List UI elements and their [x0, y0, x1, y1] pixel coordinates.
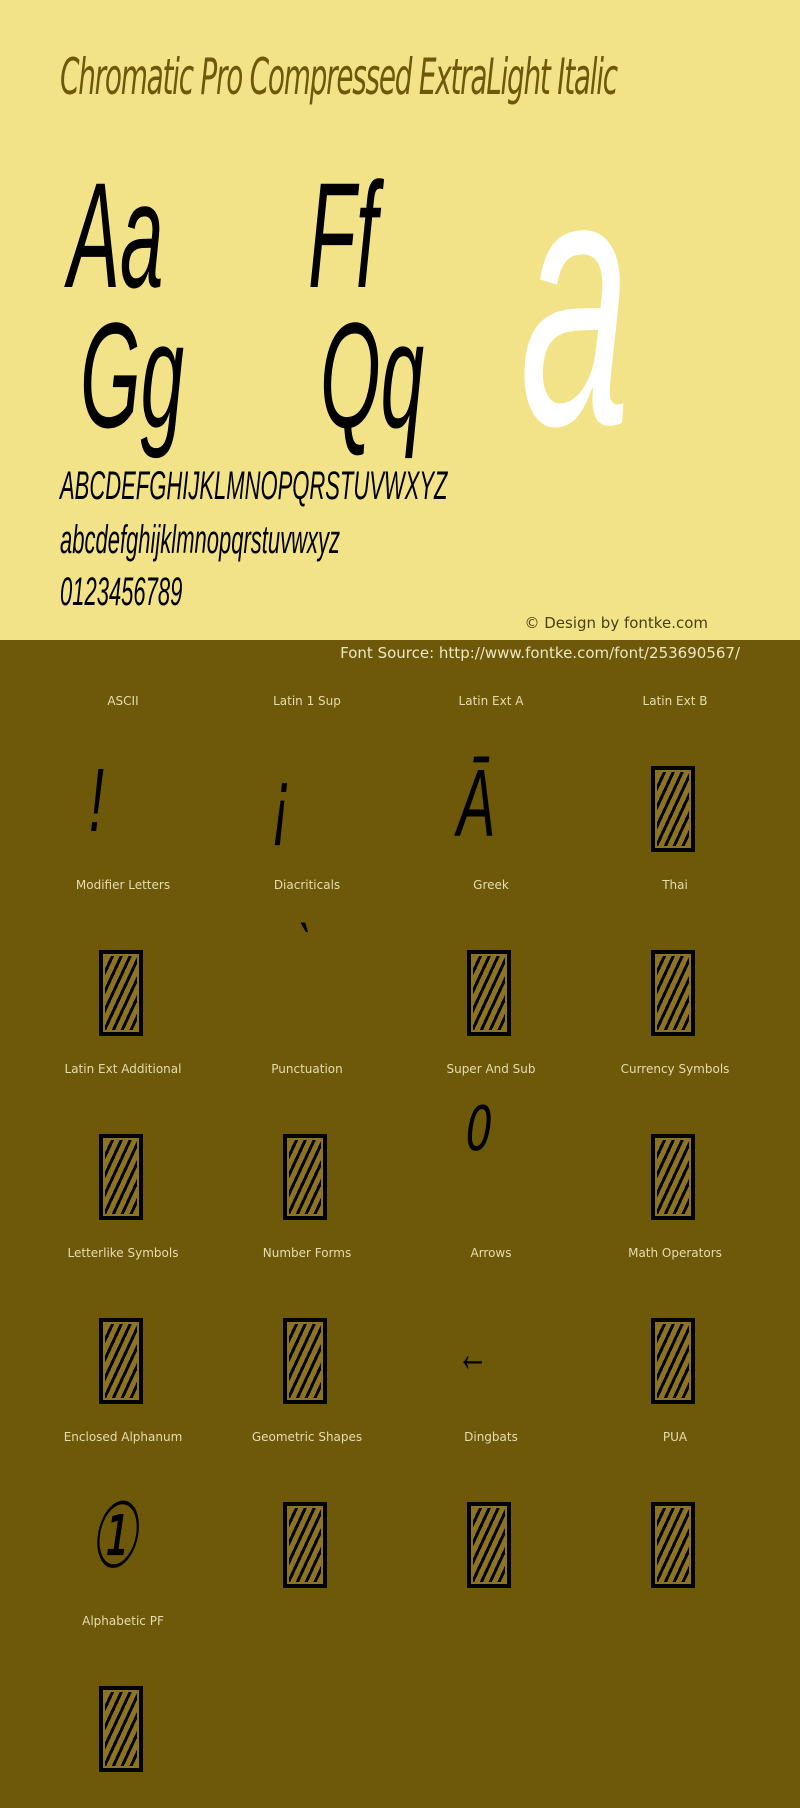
block-cell: Thai — [583, 860, 767, 1044]
block-sample — [583, 1104, 767, 1220]
block-cell: Geometric Shapes — [215, 1412, 399, 1596]
credit-text: © Design by fontke.com — [524, 614, 708, 632]
block-label: Latin Ext Additional — [64, 1062, 182, 1076]
specimen-header: Chromatic Pro Compressed ExtraLight Ital… — [0, 0, 800, 640]
block-label: Arrows — [470, 1246, 512, 1260]
block-sample: ← — [399, 1288, 583, 1398]
block-label: Enclosed Alphanum — [63, 1430, 183, 1444]
specimen-pair: Ff — [308, 151, 378, 319]
block-sample — [583, 1288, 767, 1404]
block-label: Thai — [662, 878, 688, 892]
sample-glyph: ˋ — [295, 910, 309, 988]
missing-glyph-icon — [651, 950, 695, 1036]
block-cell: Number Forms — [215, 1228, 399, 1412]
block-label: PUA — [662, 1430, 688, 1444]
block-label: Latin 1 Sup — [273, 694, 341, 708]
block-label: Latin Ext B — [642, 694, 708, 708]
hero-glyph: a — [520, 99, 631, 501]
sample-glyph: Ā — [457, 750, 496, 857]
digits-line: 0123456789 — [60, 570, 183, 614]
block-cell: Latin 1 Sup ¡ — [215, 676, 399, 860]
block-cell: Punctuation — [215, 1044, 399, 1228]
missing-glyph-icon — [99, 1686, 143, 1772]
block-label: Punctuation — [271, 1062, 343, 1076]
missing-glyph-icon — [467, 1502, 511, 1588]
block-sample — [31, 1104, 215, 1220]
missing-glyph-icon — [651, 1318, 695, 1404]
block-label: Geometric Shapes — [251, 1430, 363, 1444]
block-label: Latin Ext A — [458, 694, 524, 708]
block-label: Greek — [473, 878, 509, 892]
block-cell: Diacriticals ˋ — [215, 860, 399, 1044]
missing-glyph-icon — [99, 950, 143, 1036]
missing-glyph-icon — [651, 1134, 695, 1220]
block-label: Letterlike Symbols — [67, 1246, 179, 1260]
specimen-pair: Gg — [80, 291, 185, 459]
block-sample: ! — [31, 736, 215, 846]
block-label: Number Forms — [262, 1246, 352, 1260]
block-cell: Math Operators — [583, 1228, 767, 1412]
block-cell: Modifier Letters — [31, 860, 215, 1044]
font-source-link[interactable]: Font Source: http://www.fontke.com/font/… — [340, 644, 740, 662]
block-sample — [215, 1288, 399, 1404]
sample-glyph: ! — [89, 751, 105, 851]
block-label: Modifier Letters — [75, 878, 171, 892]
block-sample: Ā — [399, 736, 583, 852]
block-sample — [583, 1472, 767, 1588]
block-cell: Latin Ext B — [583, 676, 767, 860]
block-sample — [399, 920, 583, 1036]
block-cell: PUA — [583, 1412, 767, 1596]
block-cell: Greek — [399, 860, 583, 1044]
sample-glyph: ¡ — [273, 751, 291, 851]
block-sample — [399, 1472, 583, 1588]
missing-glyph-icon — [651, 766, 695, 852]
block-cell: Enclosed Alphanum ① — [31, 1412, 215, 1596]
block-sample — [31, 1656, 215, 1772]
block-label: Diacriticals — [273, 878, 341, 892]
block-sample — [31, 920, 215, 1036]
sample-glyph: ⁰ — [457, 1087, 484, 1210]
block-sample — [215, 1472, 399, 1588]
lowercase-line: abcdefghijklmnopqrstuvwxyz — [60, 518, 341, 562]
missing-glyph-icon — [283, 1502, 327, 1588]
block-sample — [583, 736, 767, 852]
missing-glyph-icon — [283, 1318, 327, 1404]
block-label: ASCII — [107, 694, 139, 708]
block-sample — [583, 920, 767, 1036]
missing-glyph-icon — [99, 1318, 143, 1404]
block-label: Currency Symbols — [620, 1062, 730, 1076]
specimen-pair: Qq — [320, 291, 425, 459]
block-sample — [215, 1104, 399, 1220]
missing-glyph-icon — [99, 1134, 143, 1220]
block-cell: Currency Symbols — [583, 1044, 767, 1228]
block-label: Dingbats — [464, 1430, 518, 1444]
sample-glyph: ① — [89, 1487, 138, 1587]
block-sample: ① — [31, 1472, 215, 1582]
block-label: Alphabetic PF — [82, 1614, 164, 1628]
block-cell: Latin Ext A Ā — [399, 676, 583, 860]
block-label: Math Operators — [628, 1246, 722, 1260]
uppercase-line: ABCDEFGHIJKLMNOPQRSTUVWXYZ — [60, 464, 448, 508]
specimen-pair: Aa — [68, 151, 164, 319]
block-label: Super And Sub — [446, 1062, 536, 1076]
block-cell: Super And Sub ⁰ — [399, 1044, 583, 1228]
font-title: Chromatic Pro Compressed ExtraLight Ital… — [60, 48, 618, 106]
missing-glyph-icon — [283, 1134, 327, 1220]
block-cell: Latin Ext Additional — [31, 1044, 215, 1228]
block-sample — [31, 1288, 215, 1404]
missing-glyph-icon — [651, 1502, 695, 1588]
block-cell: Dingbats — [399, 1412, 583, 1596]
sample-glyph: ← — [457, 1325, 489, 1383]
block-sample: ¡ — [215, 736, 399, 846]
block-cell: Alphabetic PF — [31, 1596, 215, 1780]
block-cell: ASCII! — [31, 676, 215, 860]
block-sample: ⁰ — [399, 1094, 583, 1214]
missing-glyph-icon — [467, 950, 511, 1036]
block-cell: Letterlike Symbols — [31, 1228, 215, 1412]
block-cell: Arrows ← — [399, 1228, 583, 1412]
block-sample: ˋ — [215, 914, 399, 1030]
